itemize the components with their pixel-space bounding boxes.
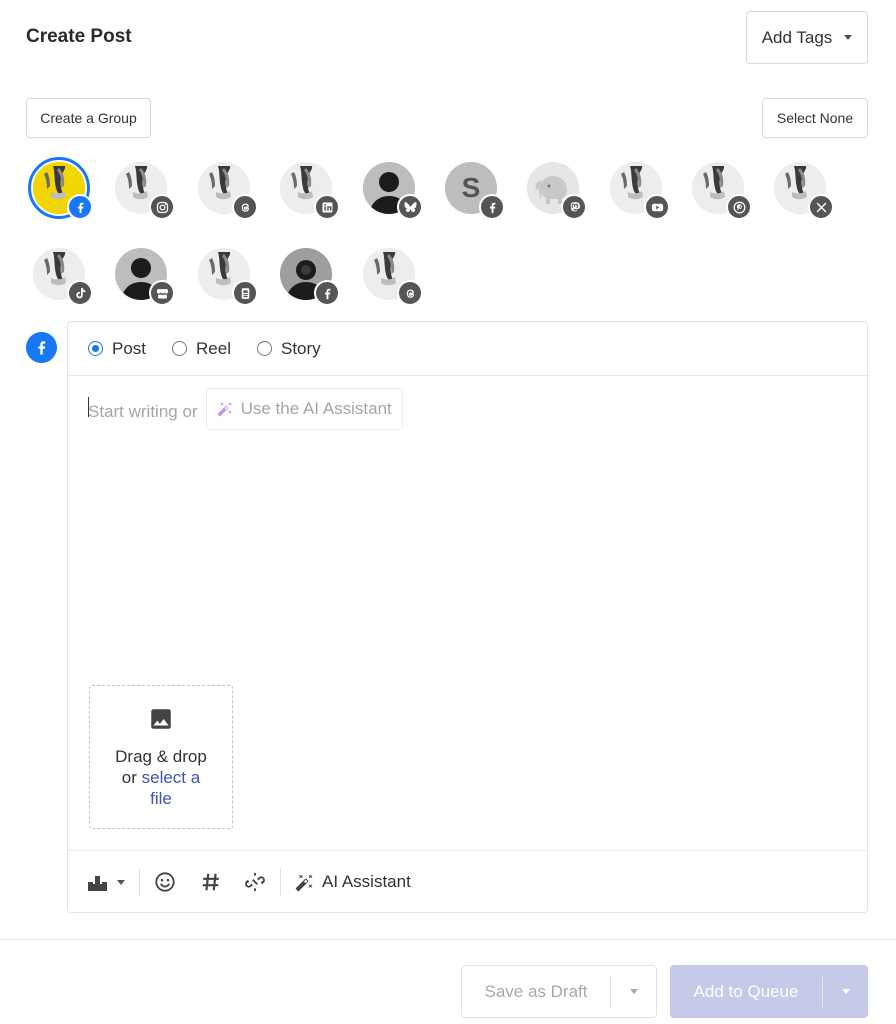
chevron-down-icon[interactable] (117, 879, 125, 885)
post-text-input[interactable]: Start writing or Use the AI Assistant (88, 388, 403, 430)
pinterest-icon (726, 194, 752, 220)
save-draft-options[interactable] (611, 989, 656, 994)
facebook-icon (314, 280, 340, 306)
account-avatar-x[interactable] (774, 162, 834, 220)
hashtag-button[interactable] (200, 867, 222, 897)
radio-icon (172, 341, 188, 356)
dropzone-or: or (121, 767, 137, 787)
facebook-icon (26, 332, 57, 363)
select-none-button[interactable]: Select None (762, 98, 868, 138)
account-avatar-facebook[interactable] (280, 248, 340, 306)
post-type-story[interactable]: Story (257, 339, 321, 359)
bluesky-icon (397, 194, 423, 220)
emoji-icon (155, 872, 175, 892)
threads-icon (397, 280, 423, 306)
account-avatar-bluesky[interactable] (363, 162, 423, 220)
radio-icon (257, 341, 272, 356)
editor-toolbar: AI Assistant (68, 850, 867, 913)
post-type-post[interactable]: Post (88, 339, 146, 359)
emoji-button[interactable] (154, 867, 176, 897)
media-upload-button[interactable] (88, 867, 125, 897)
add-tags-label: Add Tags (761, 27, 833, 47)
hashtag-icon (202, 873, 219, 891)
account-avatar-pinterest[interactable] (692, 162, 752, 220)
toolbar-divider (139, 868, 140, 896)
post-type-reel[interactable]: Reel (172, 339, 231, 359)
account-avatar-page[interactable] (198, 248, 258, 306)
use-ai-assistant-button[interactable]: Use the AI Assistant (205, 388, 403, 430)
account-avatar-threads[interactable] (363, 248, 423, 306)
chevron-down-icon (844, 35, 853, 40)
add-queue-label: Add to Queue (693, 981, 799, 1001)
post-type-label: Reel (196, 338, 231, 358)
image-icon (151, 708, 171, 729)
add-queue-options[interactable] (823, 989, 868, 994)
magic-wand-icon (295, 874, 313, 891)
link-shortener-button[interactable] (244, 867, 266, 897)
account-avatar-threads[interactable] (198, 162, 258, 220)
account-avatar-facebook[interactable] (28, 157, 93, 220)
dropzone-text: Drag & drop (115, 746, 207, 766)
youtube-icon (644, 194, 670, 220)
linkedin-icon (314, 194, 340, 220)
save-draft-button[interactable]: Save as Draft (461, 965, 657, 1018)
instagram-icon (149, 194, 175, 220)
tiktok-icon (67, 280, 93, 306)
facebook-icon (479, 194, 505, 220)
footer-divider (0, 939, 896, 940)
mastodon-icon (561, 194, 587, 220)
post-type-label: Story (281, 338, 321, 358)
facebook-icon (67, 194, 93, 220)
ai-assistant-button[interactable]: AI Assistant (295, 872, 411, 892)
media-dropzone[interactable]: Drag & drop or select a file (89, 685, 233, 829)
chevron-down-icon (629, 989, 638, 994)
avatar-letter: S (461, 172, 481, 203)
save-draft-label: Save as Draft (484, 981, 588, 1001)
page-icon (232, 280, 258, 306)
upload-icon (88, 875, 107, 891)
account-avatar-instagram[interactable] (115, 162, 175, 220)
add-tags-button[interactable]: Add Tags (746, 11, 868, 64)
threads-icon (232, 194, 258, 220)
placeholder-text: Start writing or (88, 401, 198, 421)
add-to-queue-button[interactable]: Add to Queue (670, 965, 868, 1018)
account-avatar-facebook[interactable]: S (445, 162, 505, 220)
account-avatar-google-business[interactable] (115, 248, 175, 306)
create-group-button[interactable]: Create a Group (26, 98, 151, 138)
account-avatar-mastodon[interactable] (527, 162, 587, 220)
post-type-label: Post (112, 338, 147, 358)
post-type-selector: Post Reel Story (68, 322, 867, 376)
page-title: Create Post (26, 26, 132, 47)
select-file-link-cont[interactable]: file (150, 788, 172, 809)
google-business-icon (149, 280, 175, 306)
post-editor: Post Reel Story Start writing or Use the… (67, 321, 868, 913)
ai-chip-label: Use the AI Assistant (240, 399, 392, 418)
radio-icon (88, 341, 103, 356)
select-file-link[interactable]: select a (142, 768, 201, 787)
x-icon (808, 194, 834, 220)
toolbar-divider (280, 868, 281, 896)
account-avatar-linkedin[interactable] (280, 162, 340, 220)
magic-wand-icon (217, 402, 232, 417)
link-icon (245, 872, 265, 892)
chevron-down-icon (841, 989, 850, 994)
account-avatar-tiktok[interactable] (33, 248, 93, 306)
account-avatar-youtube[interactable] (610, 162, 670, 220)
ai-assistant-label: AI Assistant (322, 872, 411, 891)
